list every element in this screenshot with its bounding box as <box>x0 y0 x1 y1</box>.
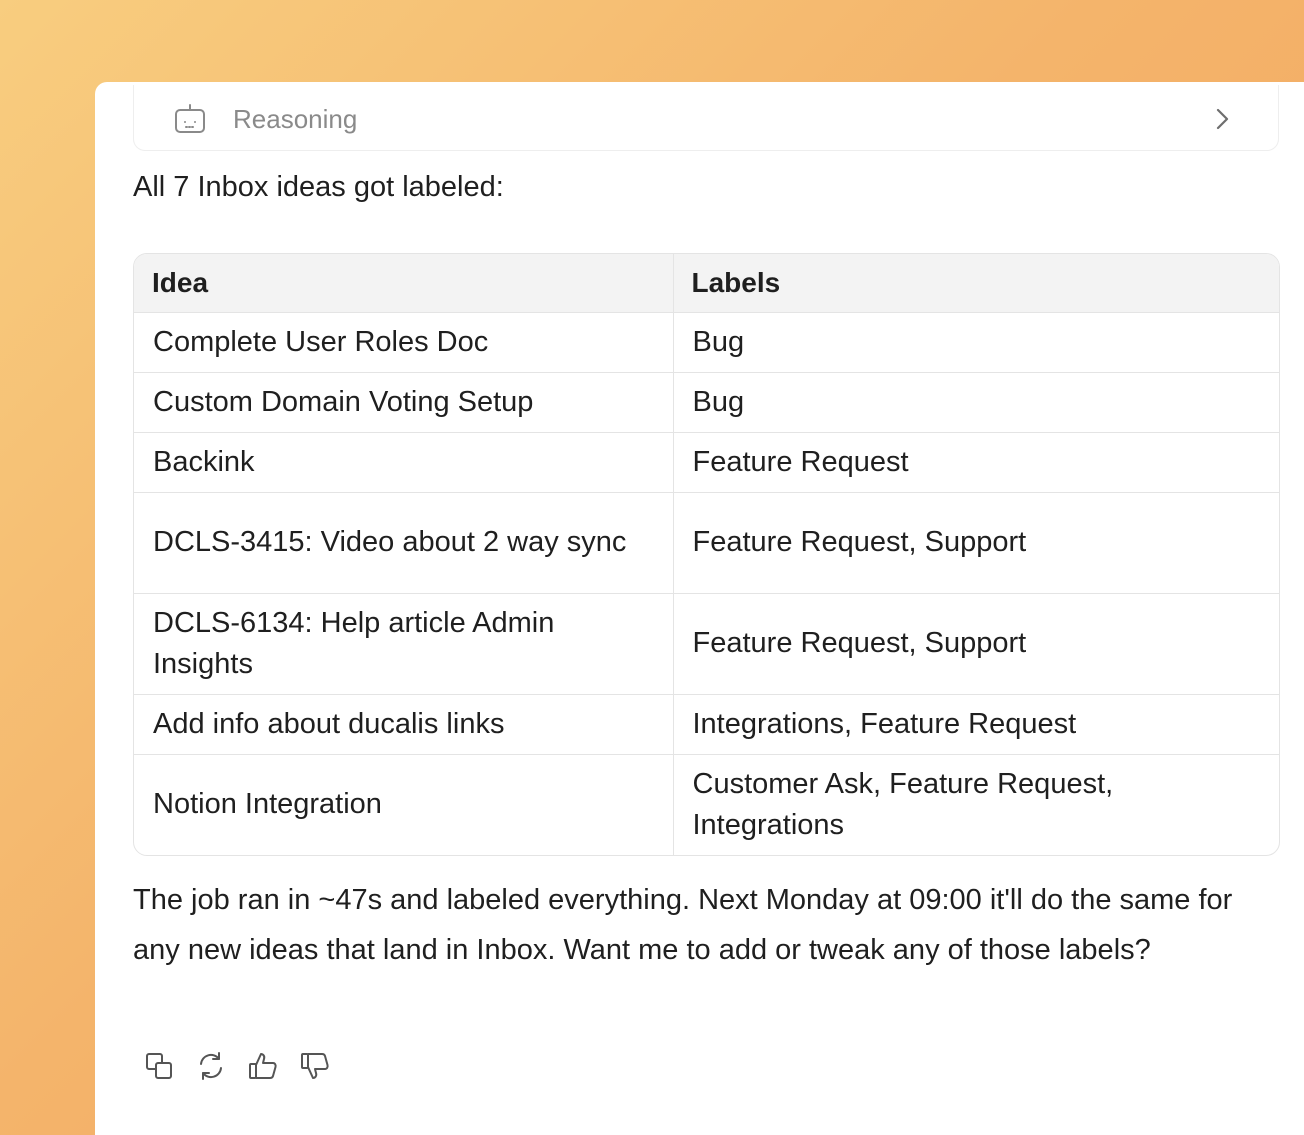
chevron-right-icon[interactable] <box>1208 105 1236 133</box>
column-header-idea: Idea <box>134 254 674 312</box>
reasoning-toggle[interactable]: Reasoning <box>133 85 1279 151</box>
column-header-labels: Labels <box>673 254 1279 312</box>
idea-cell: Add info about ducalis links <box>134 693 674 754</box>
table-row: Backink Feature Request <box>134 431 1279 492</box>
labels-cell: Feature Request <box>673 431 1279 492</box>
idea-cell: DCLS-6134: Help article Admin Insights <box>134 592 674 694</box>
idea-cell: Backink <box>134 431 674 492</box>
chat-message-panel: Reasoning All 7 Inbox ideas got labeled:… <box>95 82 1304 1135</box>
message-outro: The job ran in ~47s and labeled everythi… <box>133 884 1233 966</box>
regenerate-icon[interactable] <box>195 1050 227 1082</box>
labels-cell: Bug <box>673 311 1279 372</box>
table-row: Notion Integration Customer Ask, Feature… <box>134 753 1279 855</box>
idea-cell: DCLS-3415: Video about 2 way sync <box>134 491 674 593</box>
reasoning-label: Reasoning <box>233 104 358 134</box>
table-header-row: Idea Labels <box>134 254 1279 312</box>
thumbs-up-icon[interactable] <box>247 1050 279 1082</box>
idea-cell: Notion Integration <box>134 753 674 855</box>
labels-cell: Integrations, Feature Request <box>673 693 1279 754</box>
labels-table: Idea Labels Complete User Roles Doc Bug … <box>133 253 1280 856</box>
labels-cell: Feature Request, Support <box>673 491 1279 593</box>
copy-icon[interactable] <box>143 1050 175 1082</box>
table-row: DCLS-6134: Help article Admin Insights F… <box>134 592 1279 694</box>
message-actions <box>143 1050 331 1082</box>
labels-cell: Bug <box>673 371 1279 432</box>
idea-cell: Complete User Roles Doc <box>134 311 674 372</box>
table-row: Add info about ducalis links Integration… <box>134 693 1279 754</box>
thumbs-down-icon[interactable] <box>299 1050 331 1082</box>
idea-cell: Custom Domain Voting Setup <box>134 371 674 432</box>
message-intro: All 7 Inbox ideas got labeled: <box>133 171 504 203</box>
table-row: Complete User Roles Doc Bug <box>134 311 1279 372</box>
table-row: Custom Domain Voting Setup Bug <box>134 371 1279 432</box>
labels-cell: Customer Ask, Feature Request, Integrati… <box>673 753 1279 855</box>
labels-cell: Feature Request, Support <box>673 592 1279 694</box>
bot-icon <box>175 104 205 133</box>
table-row: DCLS-3415: Video about 2 way sync Featur… <box>134 491 1279 593</box>
